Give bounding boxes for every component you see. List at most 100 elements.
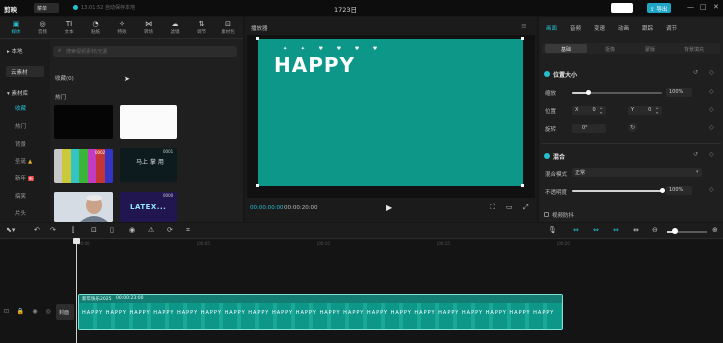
- subtab-mask[interactable]: 蒙版: [645, 46, 655, 53]
- fullscreen-icon[interactable]: ⤢: [523, 203, 529, 212]
- tab-animation[interactable]: 动画: [618, 24, 629, 32]
- playhead-handle[interactable]: [73, 238, 80, 244]
- fit-icon[interactable]: ⛶: [490, 203, 495, 212]
- reverse-icon[interactable]: ◉: [129, 226, 135, 234]
- keyframe-icon[interactable]: ◇: [709, 106, 714, 113]
- tab-effects[interactable]: ✧ 特效: [109, 19, 135, 39]
- sidebar-item-library[interactable]: ▾ 素材库: [7, 89, 28, 97]
- keyframe-icon[interactable]: ◇: [709, 186, 714, 193]
- delete-icon[interactable]: ⊡: [91, 226, 97, 234]
- zoom-in-icon[interactable]: ⊕: [712, 226, 718, 234]
- minimize-icon[interactable]: —: [687, 3, 694, 11]
- ruler-tick-label: |00:10: [317, 241, 330, 246]
- scale-value-input[interactable]: 100%: [666, 88, 692, 97]
- resize-handle[interactable]: [521, 184, 524, 187]
- rotate-icon[interactable]: ↻: [628, 123, 637, 132]
- y-axis-label: Y: [631, 107, 635, 113]
- sidebar-item-christmas[interactable]: 圣诞 ▲: [15, 157, 32, 165]
- subtab-cutout[interactable]: 抠像: [605, 46, 615, 53]
- tab-media[interactable]: ▣ 媒体: [3, 19, 29, 39]
- tab-tracking[interactable]: 跟踪: [642, 24, 653, 32]
- media-thumb-white[interactable]: [120, 105, 177, 139]
- linkage-icon[interactable]: ⇔: [613, 226, 619, 234]
- tab-speed[interactable]: 变速: [594, 24, 605, 32]
- split-icon[interactable]: ⫿: [72, 226, 74, 235]
- tab-filter[interactable]: ☁ 滤镜: [162, 19, 188, 39]
- crop-icon[interactable]: ⌗: [186, 226, 190, 235]
- tab-audio[interactable]: 音频: [570, 24, 581, 32]
- sidebar-item-cloud[interactable]: 云素材: [6, 66, 44, 77]
- undo-icon[interactable]: ↶: [34, 226, 40, 234]
- keyframe-icon[interactable]: ◇: [709, 124, 714, 131]
- microphone-icon[interactable]: 🎙: [548, 226, 557, 234]
- snap-icon[interactable]: ⇔: [593, 226, 599, 234]
- tab-adjust[interactable]: ⇅ 调节: [189, 19, 215, 39]
- subtab-bg-fill[interactable]: 背景填充: [684, 46, 704, 53]
- link-main-track-icon[interactable]: ⇔: [573, 226, 579, 234]
- stepper-icon[interactable]: ▴ ▾: [600, 105, 602, 115]
- tab-sticker[interactable]: ◔ 贴纸: [83, 19, 109, 39]
- tab-audio[interactable]: ◎ 音频: [30, 19, 56, 39]
- cover-button[interactable]: 封面: [56, 304, 74, 320]
- maximize-icon[interactable]: □: [700, 3, 707, 11]
- tab-picture[interactable]: 画面: [546, 24, 557, 32]
- export-button[interactable]: ⇪ 导出: [647, 3, 671, 13]
- ratio-icon[interactable]: ▭: [506, 203, 513, 211]
- opacity-slider-knob[interactable]: [660, 188, 665, 193]
- rotation-input[interactable]: 0°: [572, 124, 606, 133]
- blend-mode-select[interactable]: 正常: [572, 168, 702, 177]
- keyframe-icon[interactable]: ◇: [709, 151, 714, 158]
- sidebar-item-new-year[interactable]: 新年新: [15, 174, 35, 182]
- person-thumbnail-image: [54, 192, 113, 222]
- tab-adjust[interactable]: 调节: [666, 24, 677, 32]
- freeze-icon[interactable]: ▯: [110, 226, 114, 234]
- playhead[interactable]: [76, 240, 77, 343]
- sidebar-item-background[interactable]: 背景: [15, 140, 26, 148]
- tab-transition[interactable]: ⋈ 转场: [136, 19, 162, 39]
- track-controls[interactable]: ⊡ 🔒 ◉ ◎: [4, 308, 54, 315]
- resize-handle[interactable]: [256, 37, 259, 40]
- sidebar-item-favorites[interactable]: 收藏: [15, 104, 26, 112]
- sidebar-item-intro[interactable]: 片头: [15, 209, 26, 217]
- redo-icon[interactable]: ↷: [50, 226, 56, 234]
- select-tool-icon[interactable]: ⬉▾: [6, 226, 15, 234]
- menu-button[interactable]: 菜单: [34, 3, 59, 13]
- play-icon[interactable]: ▶: [386, 203, 392, 212]
- zoom-slider-knob[interactable]: [672, 228, 678, 234]
- thumb-duration: 0002: [95, 150, 106, 155]
- subtab-basic[interactable]: 基础: [561, 46, 571, 53]
- account-button[interactable]: [611, 3, 633, 13]
- reset-icon[interactable]: ↺: [693, 69, 698, 76]
- media-thumb-person[interactable]: [54, 192, 113, 222]
- effects-icon: ✧: [119, 20, 125, 28]
- opacity-value-input[interactable]: 100%: [666, 186, 692, 195]
- rotate-icon[interactable]: ⟳: [167, 226, 173, 234]
- blend-title: 混合: [553, 154, 566, 161]
- sidebar-item-local[interactable]: ▸ 本地: [7, 47, 23, 55]
- zoom-out-icon[interactable]: ⊖: [652, 226, 658, 234]
- resize-handle[interactable]: [256, 184, 259, 187]
- sidebar-item-hot[interactable]: 热门: [15, 122, 26, 130]
- autosave-status: 13:01:52 自动保存本地: [81, 5, 136, 11]
- rotation-label: 旋转: [545, 127, 557, 133]
- hot-section-label: 热门: [55, 95, 67, 101]
- resize-handle[interactable]: [521, 37, 524, 40]
- sidebar-item-funny[interactable]: 搞笑: [15, 192, 26, 200]
- keyframe-icon[interactable]: ◇: [709, 88, 714, 95]
- stepper-icon[interactable]: ▴ ▾: [656, 105, 658, 115]
- tab-text[interactable]: TI 文本: [56, 19, 82, 39]
- stabilize-checkbox[interactable]: [544, 212, 549, 217]
- keyframe-icon[interactable]: ◇: [709, 69, 714, 76]
- media-thumb-black[interactable]: [54, 105, 113, 139]
- mirror-icon[interactable]: ⚠: [148, 226, 154, 234]
- tab-label: 文本: [64, 30, 74, 35]
- preview-axis-icon[interactable]: ⇹: [633, 226, 639, 234]
- close-icon[interactable]: ✕: [713, 3, 719, 11]
- blend-check-icon[interactable]: [544, 153, 550, 159]
- tab-package[interactable]: ⊡ 素材包: [215, 19, 241, 39]
- position-size-check-icon[interactable]: [544, 71, 550, 77]
- opacity-label: 不透明度: [545, 190, 568, 196]
- reset-icon[interactable]: ↺: [693, 151, 698, 158]
- blend-mode-label: 混合模式: [545, 172, 568, 178]
- player-menu-icon[interactable]: ≡: [521, 22, 527, 30]
